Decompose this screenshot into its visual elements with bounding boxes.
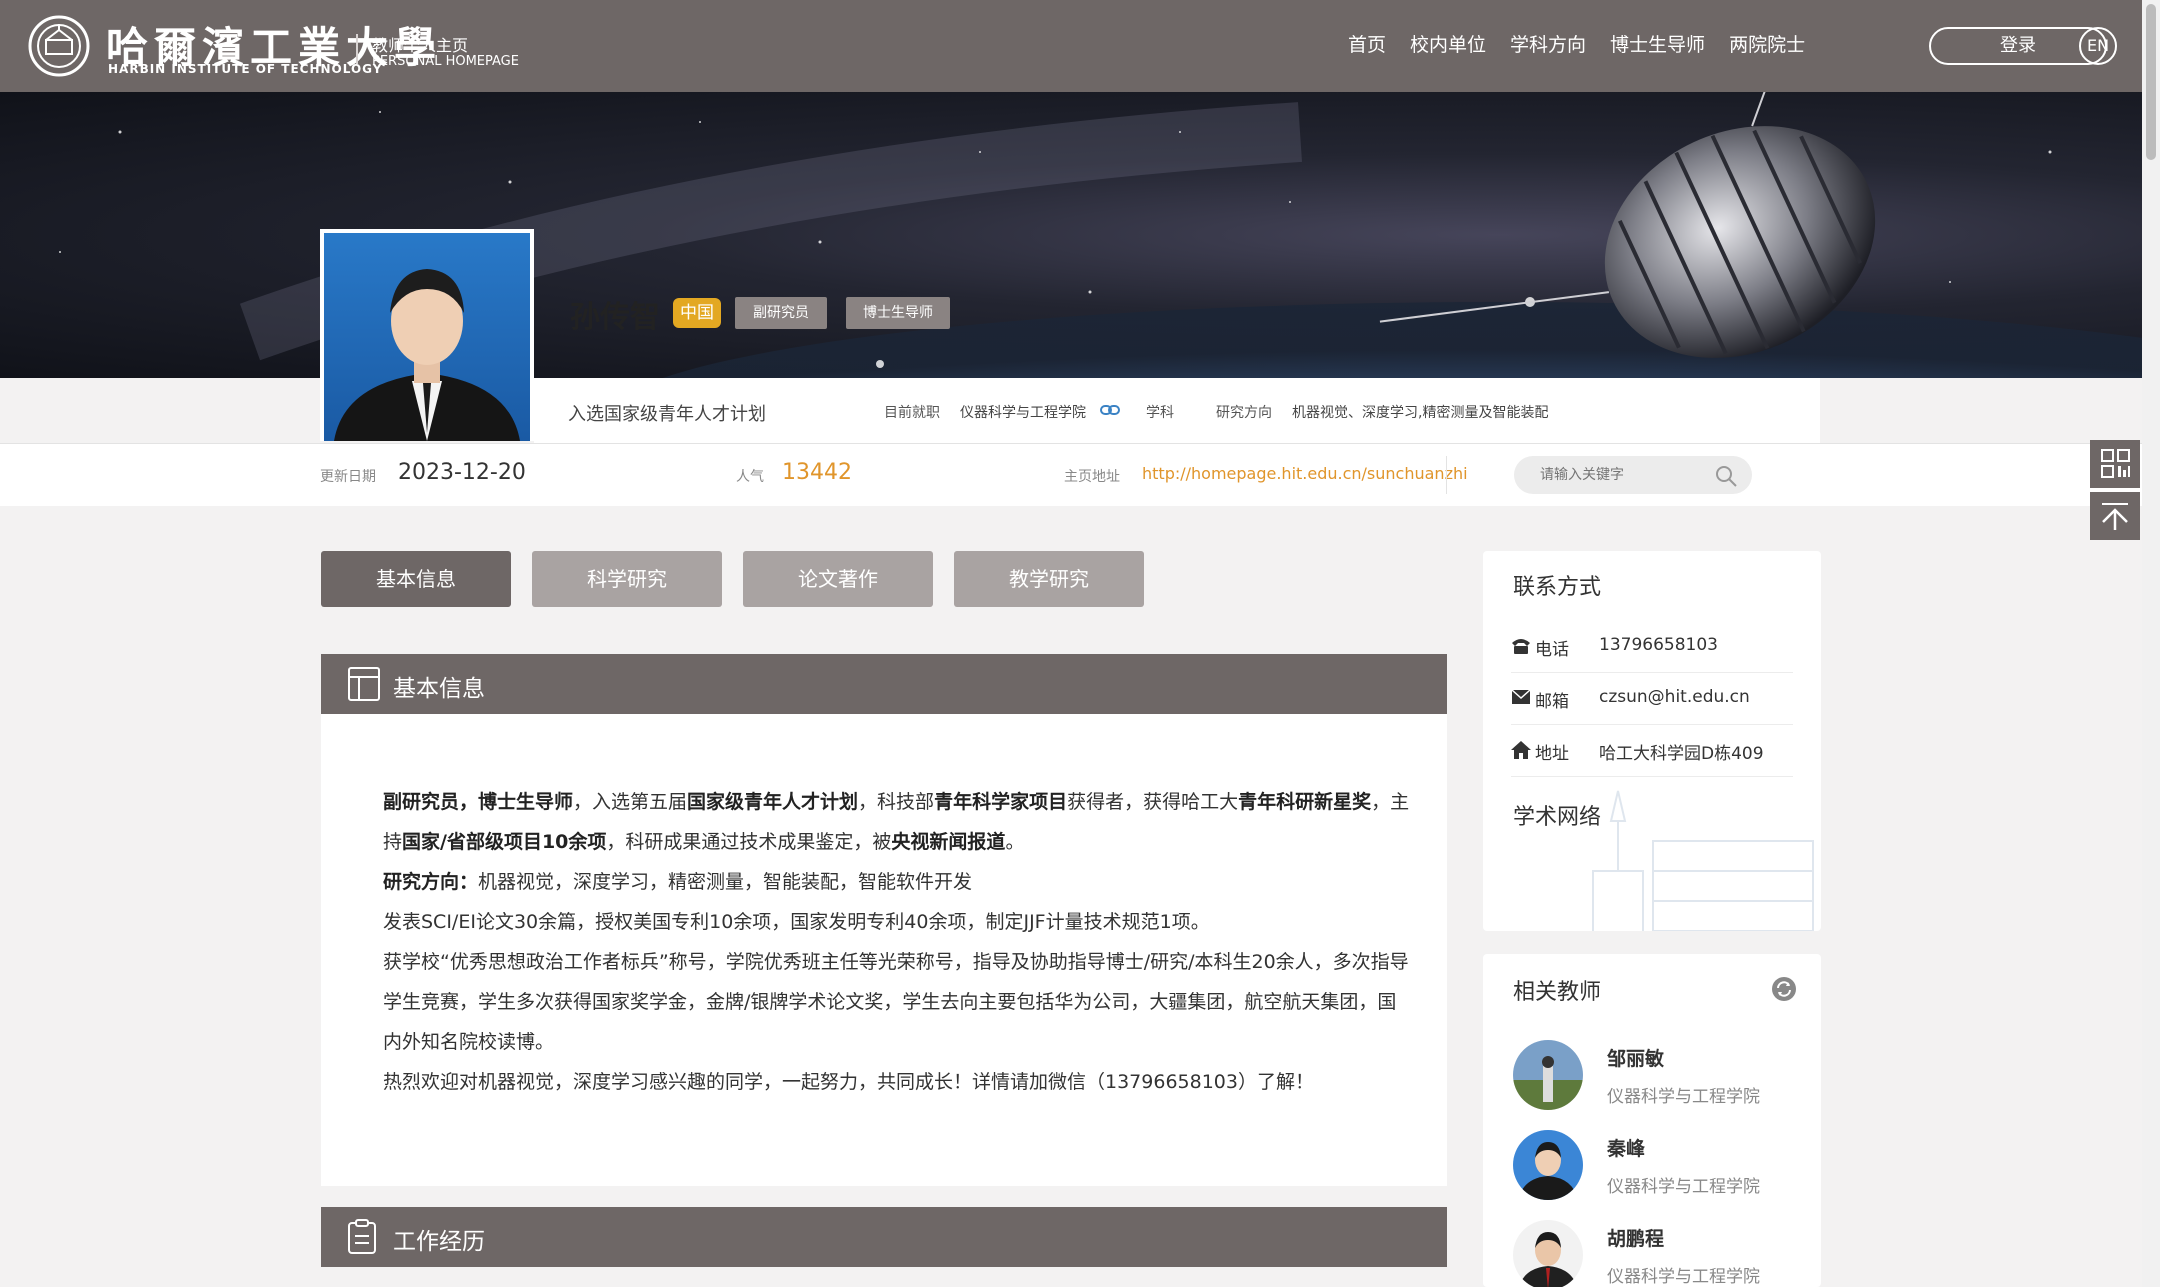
research-direction-value: 机器视觉、深度学习,精密测量及智能装配 bbox=[1292, 405, 1549, 421]
teacher-department: 仪器科学与工程学院 bbox=[1607, 1267, 1760, 1287]
contact-phone-row: 电话 13796658103 bbox=[1511, 621, 1793, 673]
logo-divider bbox=[356, 34, 358, 64]
link-icon[interactable] bbox=[1100, 404, 1120, 416]
teacher-department: 仪器科学与工程学院 bbox=[1607, 1177, 1760, 1197]
language-toggle-button[interactable]: EN bbox=[2079, 27, 2117, 65]
refresh-icon[interactable] bbox=[1771, 976, 1797, 1002]
nav-item-home[interactable]: 首页 bbox=[1348, 30, 1386, 57]
talent-program-text: 入选国家级青年人才计划 bbox=[568, 404, 766, 425]
contact-title: 联系方式 bbox=[1513, 575, 1602, 600]
supervisor-badge: 博士生导师 bbox=[846, 297, 950, 329]
bio-honors: 获学校“优秀思想政治工作者标兵”称号，学院优秀班主任等光荣称号，指导及协助指导博… bbox=[383, 951, 1409, 1053]
bio-research-direction: 研究方向：机器视觉，深度学习，精密测量，智能装配，智能软件开发 bbox=[383, 871, 973, 893]
search-input[interactable] bbox=[1540, 456, 1710, 494]
discipline-label: 学科 bbox=[1146, 405, 1174, 421]
phone-value: 13796658103 bbox=[1599, 635, 1718, 655]
profile-photo-frame bbox=[320, 229, 534, 441]
nav-item-academicians[interactable]: 两院院士 bbox=[1729, 30, 1805, 57]
email-value[interactable]: czsun@hit.edu.cn bbox=[1599, 687, 1750, 707]
avatar[interactable] bbox=[1513, 1220, 1583, 1287]
teacher-name[interactable]: 胡鹏程 bbox=[1607, 1224, 1664, 1251]
nav-item-doctoral-supervisors[interactable]: 博士生导师 bbox=[1610, 30, 1705, 57]
bio-welcome: 热烈欢迎对机器视觉，深度学习感兴趣的同学，一起努力，共同成长！详情请加微信（13… bbox=[383, 1071, 1314, 1093]
personal-homepage-label-cn: 教师个人主页 bbox=[372, 36, 469, 55]
bio-publications: 发表SCI/EI论文30余篇，授权美国专利10余项，国家发明专利40余项，制定J… bbox=[383, 911, 1210, 933]
avatar[interactable] bbox=[1513, 1130, 1583, 1200]
section-title: 工作经历 bbox=[393, 1229, 485, 1255]
research-direction-label: 研究方向 bbox=[1216, 405, 1272, 421]
phone-icon bbox=[1512, 639, 1530, 654]
teacher-name: 孙传智 bbox=[570, 300, 660, 335]
current-position-label: 目前就职 bbox=[884, 405, 940, 421]
nav-item-disciplines[interactable]: 学科方向 bbox=[1510, 30, 1586, 57]
title-badge: 副研究员 bbox=[735, 297, 827, 329]
address-label: 地址 bbox=[1535, 744, 1569, 764]
tab-teaching[interactable]: 教学研究 bbox=[954, 551, 1144, 607]
related-teachers-card: 相关教师 邹丽敏 仪器科学与工程学院 秦峰 仪器科学与工程学院 胡鹏程 仪器科学… bbox=[1483, 954, 1821, 1287]
arrow-up-icon[interactable] bbox=[2090, 492, 2140, 540]
homepage-url-link[interactable]: http://homepage.hit.edu.cn/sunchuanzhi bbox=[1142, 464, 1468, 483]
popularity-label: 人气 bbox=[736, 469, 764, 485]
tab-publications[interactable]: 论文著作 bbox=[743, 551, 933, 607]
stats-divider bbox=[1446, 456, 1447, 494]
tab-basic-info[interactable]: 基本信息 bbox=[321, 551, 511, 607]
keyword-search-box bbox=[1514, 456, 1752, 494]
related-teacher-item[interactable]: 胡鹏程 仪器科学与工程学院 bbox=[1513, 1220, 1803, 1287]
nav-item-units[interactable]: 校内单位 bbox=[1410, 30, 1486, 57]
avatar[interactable] bbox=[1513, 1040, 1583, 1110]
homepage-url-label: 主页地址 bbox=[1064, 469, 1120, 485]
university-emblem-icon[interactable] bbox=[24, 14, 94, 78]
related-teachers-title: 相关教师 bbox=[1513, 980, 1602, 1005]
page: { "header": { "logo_cn": "哈爾濱工業大學", "log… bbox=[0, 0, 2160, 1287]
address-value: 哈工大科学园D栋409 bbox=[1599, 744, 1764, 764]
update-date-label: 更新日期 bbox=[320, 469, 376, 485]
contact-card: 联系方式 电话 13796658103 邮箱 czsun@hit.edu.cn … bbox=[1483, 551, 1821, 931]
tab-research[interactable]: 科学研究 bbox=[532, 551, 722, 607]
search-icon[interactable] bbox=[1714, 464, 1738, 488]
phone-label: 电话 bbox=[1535, 640, 1569, 660]
back-to-top-button[interactable] bbox=[2090, 492, 2140, 540]
qr-code-button[interactable] bbox=[2090, 440, 2140, 488]
person-portrait-icon bbox=[334, 269, 520, 441]
section-title: 基本信息 bbox=[393, 676, 485, 702]
teacher-department: 仪器科学与工程学院 bbox=[1607, 1087, 1760, 1107]
profile-photo bbox=[324, 233, 530, 441]
home-icon bbox=[1511, 741, 1531, 759]
logo-text-en[interactable]: HARBIN INSTITUTE OF TECHNOLOGY bbox=[108, 62, 382, 76]
teacher-name[interactable]: 邹丽敏 bbox=[1607, 1044, 1664, 1071]
layout-icon bbox=[348, 667, 380, 701]
mail-icon bbox=[1511, 689, 1531, 704]
contact-email-row: 邮箱 czsun@hit.edu.cn bbox=[1511, 673, 1793, 725]
qr-code-icon[interactable] bbox=[2090, 440, 2140, 488]
basic-info-section-header: 基本信息 bbox=[321, 654, 1447, 714]
popularity-value: 13442 bbox=[782, 460, 852, 485]
country-badge: 中国 bbox=[673, 298, 721, 328]
related-teacher-item[interactable]: 邹丽敏 仪器科学与工程学院 bbox=[1513, 1040, 1803, 1120]
main-nav: 首页 校内单位 学科方向 博士生导师 两院院士 bbox=[1348, 30, 1805, 57]
bio-paragraph: 副研究员，博士生导师，入选第五届国家级青年人才计划，科技部青年科学家项目获得者，… bbox=[383, 791, 1410, 853]
email-label: 邮箱 bbox=[1535, 692, 1569, 712]
contact-address-row: 地址 哈工大科学园D栋409 bbox=[1511, 725, 1793, 777]
update-date-value: 2023-12-20 bbox=[398, 460, 526, 485]
related-teacher-item[interactable]: 秦峰 仪器科学与工程学院 bbox=[1513, 1130, 1803, 1210]
page-scrollbar[interactable] bbox=[2142, 0, 2160, 1287]
scrollbar-thumb[interactable] bbox=[2146, 4, 2156, 160]
site-header: 哈爾濱工業大學 HARBIN INSTITUTE OF TECHNOLOGY 教… bbox=[0, 0, 2142, 92]
campus-building-watermark bbox=[1592, 790, 1814, 931]
personal-homepage-label-en: PERSONAL HOMEPAGE bbox=[372, 54, 519, 69]
document-icon bbox=[348, 1219, 376, 1254]
current-position-value[interactable]: 仪器科学与工程学院 bbox=[960, 402, 1086, 422]
biography-text: 副研究员，博士生导师，入选第五届国家级青年人才计划，科技部青年科学家项目获得者，… bbox=[383, 782, 1415, 1102]
work-experience-section-header: 工作经历 bbox=[321, 1207, 1447, 1267]
teacher-name[interactable]: 秦峰 bbox=[1607, 1134, 1645, 1161]
